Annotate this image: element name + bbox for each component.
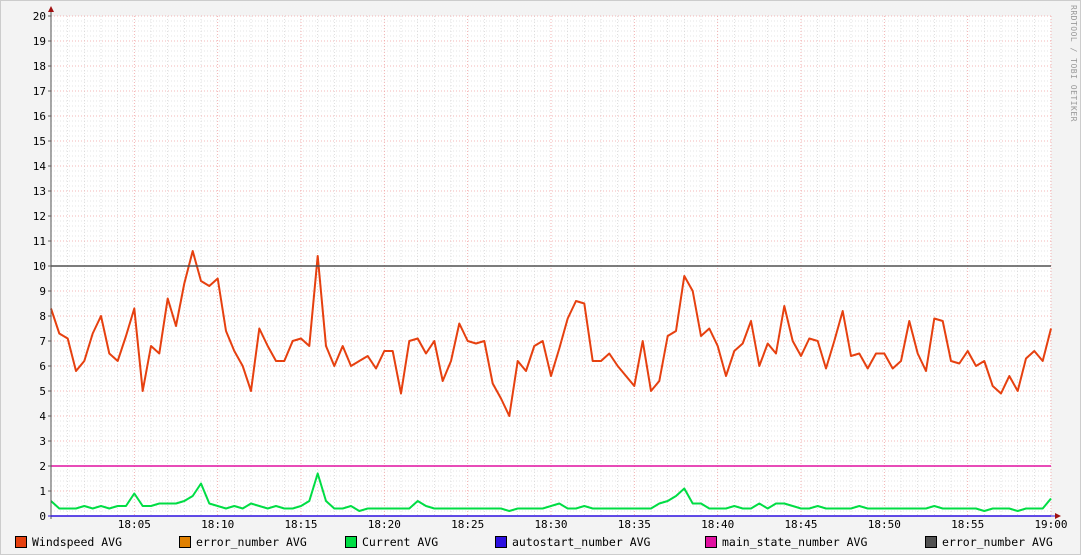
- rrd-graph: 0 1 2 3 4 5 6 7 8 9 10 11 12 13 14 15 16 17 18 19 20 18:05 18:…: [0, 0, 1081, 555]
- legend-item: main_state_number AVG: [705, 535, 925, 549]
- y-tick-label: 2: [39, 460, 46, 473]
- y-tick-label: 1: [39, 485, 46, 498]
- x-tick-label: 18:10: [201, 518, 234, 531]
- legend-item: Current AVG: [345, 535, 495, 549]
- y-tick-label: 3: [39, 435, 46, 448]
- y-tick-label: 13: [33, 185, 46, 198]
- legend-label: autostart_number AVG: [512, 535, 651, 549]
- y-tick-label: 18: [33, 60, 46, 73]
- legend-item: Windspeed AVG: [15, 535, 179, 549]
- legend-label: error_number AVG: [196, 535, 307, 549]
- x-tick-label: 18:50: [868, 518, 901, 531]
- legend-swatch: [15, 536, 27, 548]
- y-tick-label: 6: [39, 360, 46, 373]
- legend: Windspeed AVG error_number AVG Current AVG…: [15, 535, 1055, 549]
- legend-label: Windspeed AVG: [32, 535, 123, 549]
- legend-item: autostart_number AVG: [495, 535, 705, 549]
- x-tick-label: 18:15: [284, 518, 317, 531]
- y-tick-label: 11: [33, 235, 46, 248]
- y-tick-label: 7: [39, 335, 46, 348]
- y-tick-label: 0: [39, 510, 46, 523]
- x-tick-label: 18:40: [701, 518, 734, 531]
- y-tick-label: 10: [33, 260, 46, 273]
- legend-swatch: [705, 536, 717, 548]
- x-tick-label: 18:55: [951, 518, 984, 531]
- x-tick-label: 18:45: [784, 518, 817, 531]
- y-tick-label: 5: [39, 385, 46, 398]
- legend-swatch: [345, 536, 357, 548]
- x-tick-label: 18:35: [618, 518, 651, 531]
- y-tick-label: 12: [33, 210, 46, 223]
- chart-canvas: 0123456789101112131415161718192018:05 18:…: [33, 6, 1068, 531]
- watermark: RRDTOOL / TOBI OETIKER: [1069, 5, 1078, 122]
- y-tick-label: 4: [39, 410, 46, 423]
- x-tick-label: 18:30: [534, 518, 567, 531]
- y-tick-label: 16: [33, 110, 46, 123]
- x-tick-label: 18:25: [451, 518, 484, 531]
- legend-item: error_number AVG: [925, 535, 1055, 549]
- legend-label: Current AVG: [362, 535, 439, 549]
- y-tick-label: 20: [33, 10, 46, 23]
- x-tick-label: 18:20: [368, 518, 401, 531]
- legend-label: error_number AVG: [942, 535, 1053, 549]
- y-tick-label: 17: [33, 85, 46, 98]
- y-tick-label: 15: [33, 135, 46, 148]
- x-tick-label: 18:05: [118, 518, 151, 531]
- x-tick-label: 19:00: [1034, 518, 1067, 531]
- y-tick-label: 8: [39, 310, 46, 323]
- legend-swatch: [179, 536, 191, 548]
- y-tick-label: 14: [33, 160, 47, 173]
- legend-item: error_number AVG: [179, 535, 345, 549]
- legend-label: main_state_number AVG: [722, 535, 868, 549]
- y-tick-label: 19: [33, 35, 46, 48]
- legend-swatch: [925, 536, 937, 548]
- y-tick-label: 9: [39, 285, 46, 298]
- y-axis-arrow-icon: [48, 6, 54, 12]
- legend-swatch: [495, 536, 507, 548]
